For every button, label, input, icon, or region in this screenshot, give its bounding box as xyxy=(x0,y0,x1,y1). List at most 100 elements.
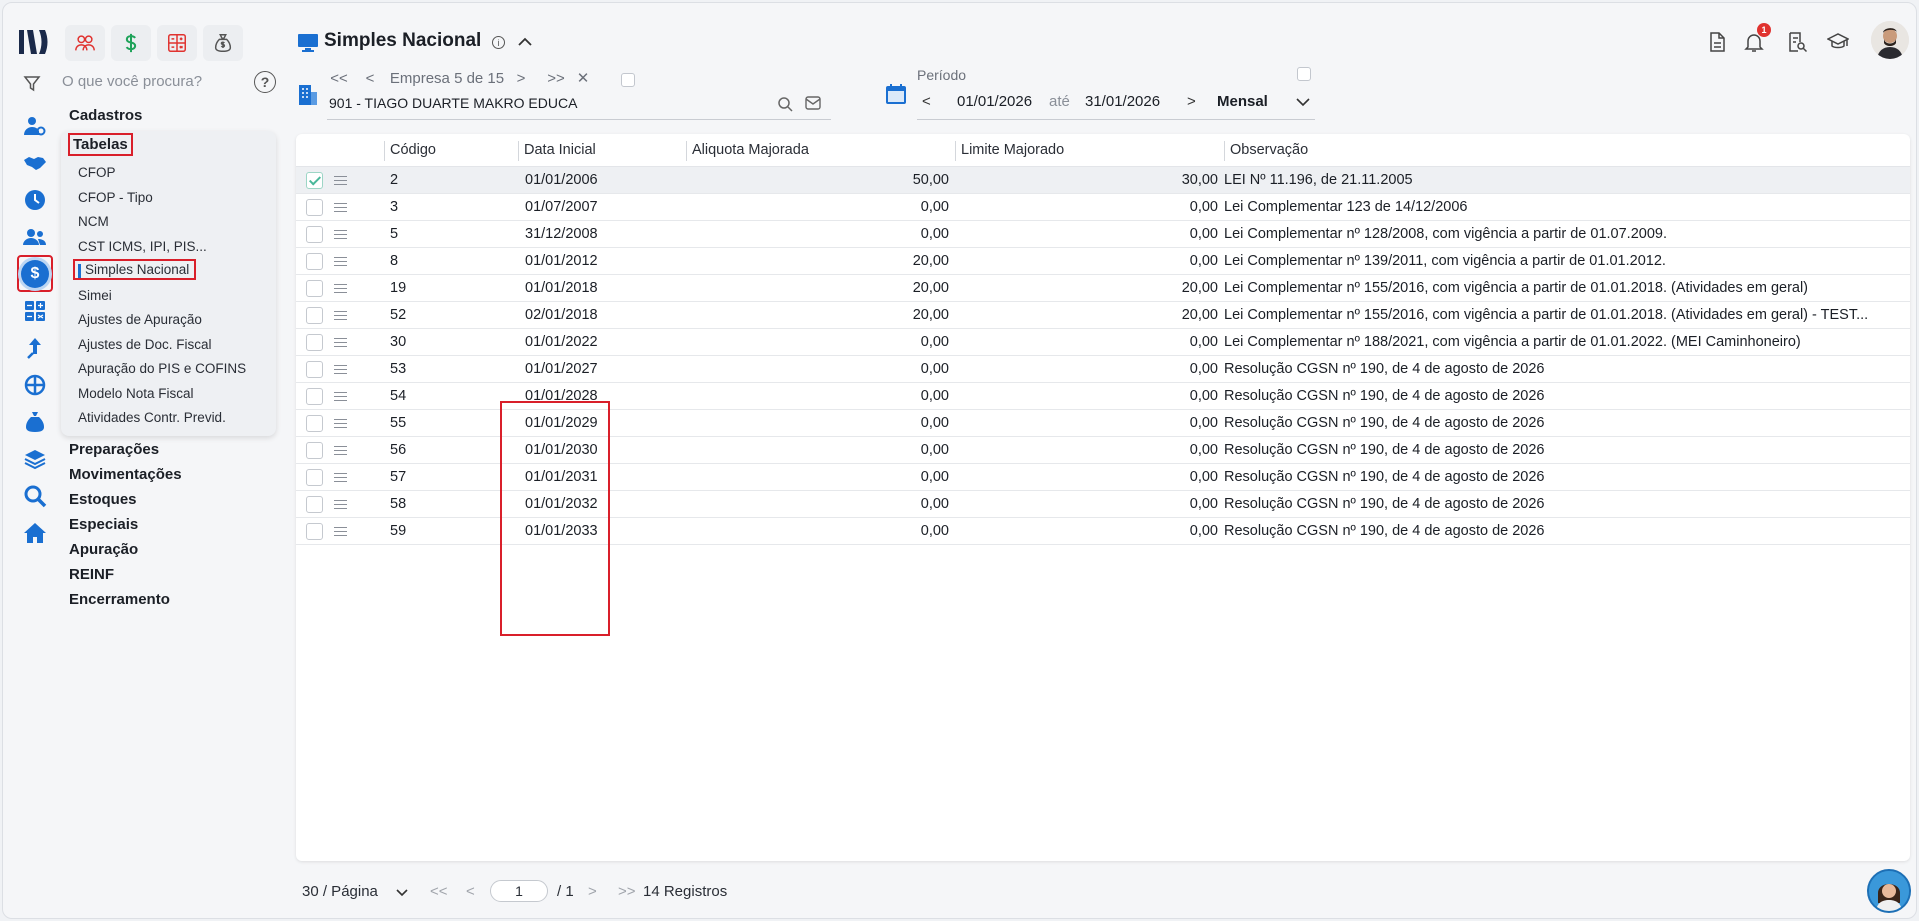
menu-item-cfop[interactable]: CFOP xyxy=(78,165,116,180)
periodo-next-button[interactable]: > xyxy=(1187,93,1196,110)
table-row[interactable]: 2 01/01/2006 50,00 30,00 LEI Nº 11.196, de 2… xyxy=(296,167,1910,194)
empresa-last-button[interactable]: >> xyxy=(543,70,569,87)
rail-arrow-up[interactable] xyxy=(17,329,53,366)
assistant-avatar[interactable] xyxy=(1867,869,1911,913)
drag-handle-icon[interactable] xyxy=(334,500,347,509)
menu-item-ajustes-apuracao[interactable]: Ajustes de Apuração xyxy=(78,312,202,327)
table-row[interactable]: 30 01/01/2022 0,00 0,00 Lei Complementar nº … xyxy=(296,329,1910,356)
empresa-first-button[interactable]: << xyxy=(329,70,349,87)
module-money-bag-button[interactable] xyxy=(203,25,243,61)
menu-item-apuracao-pis-cofins[interactable]: Apuração do PIS e COFINS xyxy=(78,361,246,376)
user-avatar[interactable] xyxy=(1871,21,1909,59)
drag-handle-icon[interactable] xyxy=(334,338,347,347)
menu-item-modelo-nota-fiscal[interactable]: Modelo Nota Fiscal xyxy=(78,386,194,401)
menu-estoques[interactable]: Estoques xyxy=(69,491,137,508)
row-checkbox[interactable] xyxy=(306,415,323,432)
table-row[interactable]: 57 01/01/2031 0,00 0,00 Resolução CGSN nº 19… xyxy=(296,464,1910,491)
rail-user-settings[interactable] xyxy=(17,107,53,144)
menu-especiais[interactable]: Especiais xyxy=(69,516,138,533)
menu-item-ajustes-doc-fiscal[interactable]: Ajustes de Doc. Fiscal xyxy=(78,337,212,352)
menu-item-simei[interactable]: Simei xyxy=(78,288,112,303)
empresa-prev-button[interactable]: < xyxy=(357,70,383,87)
menu-encerramento[interactable]: Encerramento xyxy=(69,591,170,608)
rail-home[interactable] xyxy=(17,514,53,551)
drag-handle-icon[interactable] xyxy=(334,446,347,455)
row-checkbox[interactable] xyxy=(306,226,323,243)
row-checkbox[interactable] xyxy=(306,496,323,513)
last-page-button[interactable]: >> xyxy=(618,883,636,900)
menu-apuracao[interactable]: Apuração xyxy=(69,541,138,558)
drag-handle-icon[interactable] xyxy=(334,419,347,428)
drag-handle-icon[interactable] xyxy=(334,176,347,185)
table-row[interactable]: 56 01/01/2030 0,00 0,00 Resolução CGSN nº 19… xyxy=(296,437,1910,464)
empresa-next-button[interactable]: > xyxy=(511,70,531,87)
row-checkbox[interactable] xyxy=(306,388,323,405)
row-checkbox[interactable] xyxy=(306,361,323,378)
drag-handle-icon[interactable] xyxy=(334,284,347,293)
chevron-down-icon[interactable] xyxy=(396,888,408,897)
rail-simples-nacional[interactable]: $ xyxy=(17,255,53,292)
chevron-up-icon[interactable] xyxy=(517,35,533,49)
page-number-input[interactable]: 1 xyxy=(490,880,548,902)
rail-grid[interactable] xyxy=(17,292,53,329)
table-row[interactable]: 54 01/01/2028 0,00 0,00 Resolução CGSN nº 19… xyxy=(296,383,1910,410)
row-checkbox[interactable] xyxy=(306,442,323,459)
table-row[interactable]: 19 01/01/2018 20,00 20,00 Lei Complementar n… xyxy=(296,275,1910,302)
menu-reinf[interactable]: REINF xyxy=(69,566,114,583)
periodo-start-field[interactable]: 01/01/2026 xyxy=(957,93,1032,110)
help-icon[interactable]: ? xyxy=(254,71,276,93)
periodo-checkbox[interactable] xyxy=(1297,67,1311,81)
table-row[interactable]: 53 01/01/2027 0,00 0,00 Resolução CGSN nº 19… xyxy=(296,356,1910,383)
module-calculator-button[interactable] xyxy=(157,25,197,61)
drag-handle-icon[interactable] xyxy=(334,473,347,482)
row-checkbox[interactable] xyxy=(306,199,323,216)
menu-tabelas[interactable]: Tabelas xyxy=(68,133,133,156)
menu-movimentacoes[interactable]: Movimentações xyxy=(69,466,182,483)
rail-search[interactable] xyxy=(17,477,53,514)
prev-page-button[interactable]: < xyxy=(466,883,475,900)
app-logo-icon[interactable] xyxy=(17,27,51,57)
column-aliquota-majorada[interactable]: Aliquota Majorada xyxy=(692,142,809,158)
drag-handle-icon[interactable] xyxy=(334,392,347,401)
filter-icon[interactable] xyxy=(23,75,41,93)
mail-icon[interactable] xyxy=(805,96,821,110)
row-checkbox[interactable] xyxy=(306,469,323,486)
chevron-down-icon[interactable] xyxy=(1296,97,1310,107)
row-checkbox[interactable] xyxy=(306,253,323,270)
menu-item-ncm[interactable]: NCM xyxy=(78,214,109,229)
row-checkbox[interactable] xyxy=(306,307,323,324)
rail-layers[interactable] xyxy=(17,440,53,477)
info-icon[interactable]: i xyxy=(492,36,505,49)
row-checkbox[interactable] xyxy=(306,280,323,297)
periodo-mode-select[interactable]: Mensal xyxy=(1217,93,1268,110)
table-row[interactable]: 8 01/01/2012 20,00 0,00 Lei Complementar nº … xyxy=(296,248,1910,275)
table-row[interactable]: 58 01/01/2032 0,00 0,00 Resolução CGSN nº 19… xyxy=(296,491,1910,518)
module-dollar-button[interactable] xyxy=(111,25,151,61)
rail-money-bag[interactable] xyxy=(17,403,53,440)
column-limite-majorado[interactable]: Limite Majorado xyxy=(961,142,1064,158)
row-checkbox[interactable] xyxy=(306,334,323,351)
table-row[interactable]: 52 02/01/2018 20,00 20,00 Lei Complementar n… xyxy=(296,302,1910,329)
empresa-name-field[interactable]: 901 - TIAGO DUARTE MAKRO EDUCA xyxy=(329,95,829,111)
drag-handle-icon[interactable] xyxy=(334,257,347,266)
document-icon[interactable] xyxy=(1706,31,1728,53)
menu-cadastros[interactable]: Cadastros xyxy=(69,107,142,124)
menu-item-cfop-tipo[interactable]: CFOP - Tipo xyxy=(78,190,153,205)
graduation-cap-icon[interactable] xyxy=(1827,31,1849,53)
row-checkbox[interactable] xyxy=(306,172,323,189)
table-row[interactable]: 5 31/12/2008 0,00 0,00 Lei Complementar nº 1… xyxy=(296,221,1910,248)
menu-item-cst[interactable]: CST ICMS, IPI, PIS... xyxy=(78,239,207,254)
rail-network[interactable] xyxy=(17,366,53,403)
drag-handle-icon[interactable] xyxy=(334,365,347,374)
rail-handshake[interactable] xyxy=(17,144,53,181)
next-page-button[interactable]: > xyxy=(588,883,597,900)
drag-handle-icon[interactable] xyxy=(334,230,347,239)
column-observacao[interactable]: Observação xyxy=(1230,142,1308,158)
rail-people[interactable] xyxy=(17,218,53,255)
periodo-end-field[interactable]: 31/01/2026 xyxy=(1085,93,1160,110)
search-input[interactable]: O que você procura? xyxy=(62,73,232,90)
table-row[interactable]: 3 01/07/2007 0,00 0,00 Lei Complementar 123 … xyxy=(296,194,1910,221)
report-search-icon[interactable] xyxy=(1786,31,1808,53)
close-icon[interactable]: ✕ xyxy=(573,69,593,87)
search-icon[interactable] xyxy=(777,96,793,112)
